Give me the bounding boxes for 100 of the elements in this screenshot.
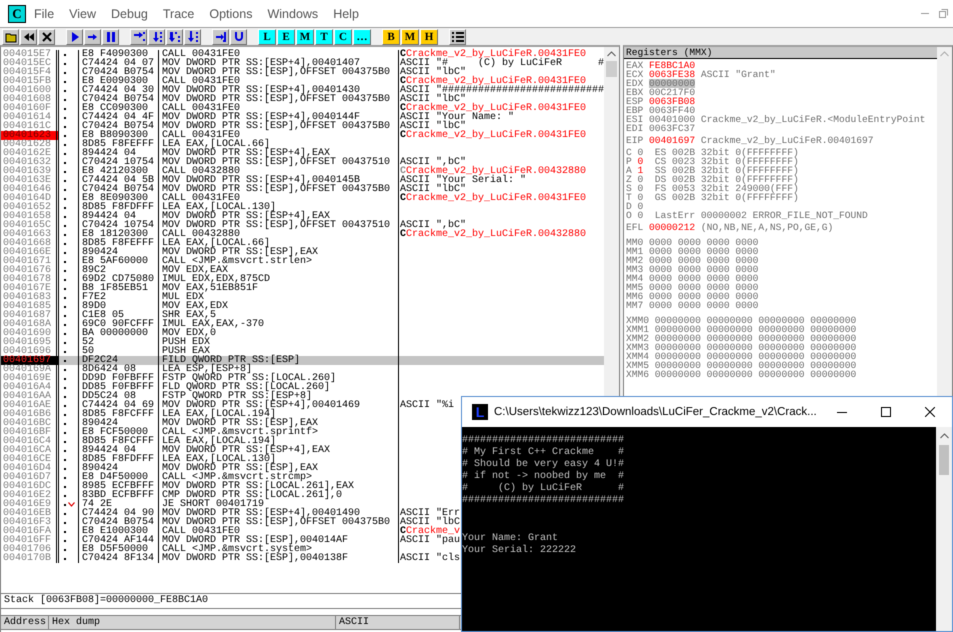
address-cell[interactable]: 0040170B: [1, 554, 59, 563]
address-cell[interactable]: 00401671: [1, 257, 59, 266]
menu-item[interactable]: View: [69, 6, 96, 20]
address-cell[interactable]: 00401676: [1, 266, 59, 275]
address-cell[interactable]: 0040167E: [1, 284, 59, 293]
step-over-button[interactable]: [148, 28, 165, 44]
address-cell[interactable]: 004015E7: [1, 50, 59, 59]
address-cell[interactable]: 00401685: [1, 302, 59, 311]
window-shortcut-button[interactable]: M: [296, 28, 314, 44]
register-value[interactable]: 0000 0000 0000 0000: [649, 247, 758, 256]
address-cell[interactable]: 004016AE: [1, 401, 59, 410]
register-value[interactable]: 0: [638, 157, 644, 166]
column-header[interactable]: Hex dump: [49, 616, 336, 629]
register-value[interactable]: 0: [638, 175, 644, 184]
scrollbar-thumb[interactable]: [606, 61, 617, 77]
address-cell[interactable]: 004016BF: [1, 428, 59, 437]
address-cell[interactable]: 00401687: [1, 311, 59, 320]
window-shortcut-button[interactable]: T: [315, 28, 333, 44]
address-cell[interactable]: 004016BC: [1, 419, 59, 428]
trace-over-button[interactable]: [184, 28, 201, 44]
register-value[interactable]: 00000000: [649, 79, 696, 88]
menu-item[interactable]: File: [34, 6, 54, 20]
address-cell[interactable]: 004016CA: [1, 446, 59, 455]
address-cell[interactable]: 004016AA: [1, 392, 59, 401]
register-value[interactable]: 00000000 00000000 00000000 00000000: [654, 325, 856, 334]
address-cell[interactable]: 00401695: [1, 338, 59, 347]
menu-item[interactable]: Debug: [111, 6, 148, 20]
step-button[interactable]: [84, 28, 101, 44]
column-header[interactable]: ASCII: [336, 616, 460, 629]
address-cell[interactable]: 0040163E: [1, 176, 59, 185]
address-cell[interactable]: 00401678: [1, 275, 59, 284]
register-value[interactable]: 00000000 00000000 00000000 00000000: [654, 343, 856, 352]
address-cell[interactable]: 004016E2: [1, 491, 59, 500]
register-value[interactable]: 0063FB08: [649, 97, 696, 106]
address-cell[interactable]: 00401652: [1, 203, 59, 212]
register-value[interactable]: 0: [638, 202, 644, 211]
trace-into-button[interactable]: [166, 28, 183, 44]
restart-button[interactable]: [20, 28, 37, 44]
address-cell[interactable]: 004016CE: [1, 455, 59, 464]
close-button[interactable]: [38, 28, 55, 44]
menu-item[interactable]: Help: [333, 6, 359, 20]
address-cell[interactable]: 004016D4: [1, 464, 59, 473]
address-cell[interactable]: 0040164D: [1, 194, 59, 203]
address-cell[interactable]: 004016FF: [1, 536, 59, 545]
address-cell[interactable]: 0040160F: [1, 104, 59, 113]
vertical-scrollbar[interactable]: [937, 47, 952, 396]
register-value[interactable]: 0000 0000 0000 0000: [649, 274, 758, 283]
register-value[interactable]: 00C217F0: [649, 88, 696, 97]
address-cell[interactable]: 004016C4: [1, 437, 59, 446]
register-value[interactable]: 0: [638, 193, 644, 202]
vertical-scrollbar[interactable]: [604, 47, 619, 396]
register-value[interactable]: 0000 0000 0000 0000: [649, 283, 758, 292]
register-value[interactable]: 0000 0000 0000 0000: [649, 292, 758, 301]
address-cell[interactable]: 00401623: [1, 131, 59, 140]
address-cell[interactable]: 0040168A: [1, 320, 59, 329]
list-button[interactable]: [449, 28, 466, 44]
address-cell[interactable]: 00401646: [1, 185, 59, 194]
menu-item[interactable]: Options: [209, 6, 252, 20]
address-cell[interactable]: 0040166E: [1, 248, 59, 257]
register-value[interactable]: FE8BC1A0: [649, 61, 696, 70]
address-cell[interactable]: 00401608: [1, 95, 59, 104]
address-cell[interactable]: 00401628: [1, 140, 59, 149]
pause-button[interactable]: [102, 28, 119, 44]
address-cell[interactable]: 004015EC: [1, 59, 59, 68]
window-shortcut-button[interactable]: B: [382, 28, 400, 44]
address-cell[interactable]: 00401697: [1, 356, 59, 365]
column-header[interactable]: Address: [1, 616, 49, 629]
register-value[interactable]: 00000000 00000000 00000000 00000000: [654, 334, 856, 343]
address-cell[interactable]: 004015FB: [1, 77, 59, 86]
address-cell[interactable]: 0040162E: [1, 149, 59, 158]
address-cell[interactable]: 00401668: [1, 239, 59, 248]
address-cell[interactable]: 004016FA: [1, 527, 59, 536]
address-cell[interactable]: 00401600: [1, 86, 59, 95]
vertical-scrollbar[interactable]: [936, 427, 952, 631]
register-value[interactable]: 00000000 00000000 00000000 00000000: [654, 352, 856, 361]
open-button[interactable]: [2, 28, 19, 44]
address-cell[interactable]: 00401690: [1, 329, 59, 338]
menu-item[interactable]: Trace: [162, 6, 194, 20]
address-cell[interactable]: 004015F4: [1, 68, 59, 77]
address-cell[interactable]: 0040169A: [1, 365, 59, 374]
register-value[interactable]: 00401000: [649, 115, 696, 124]
address-cell[interactable]: 0040169E: [1, 374, 59, 383]
address-cell[interactable]: 00401683: [1, 293, 59, 302]
register-value[interactable]: 0000 0000 0000 0000: [649, 265, 758, 274]
register-value[interactable]: 0000 0000 0000 0000: [649, 238, 758, 247]
step-into-button[interactable]: [130, 28, 147, 44]
register-value[interactable]: 00000000 00000000 00000000 00000000: [654, 316, 856, 325]
address-cell[interactable]: 004016EB: [1, 509, 59, 518]
address-cell[interactable]: 00401632: [1, 158, 59, 167]
register-value[interactable]: 0: [638, 211, 644, 220]
window-shortcut-button[interactable]: C: [334, 28, 352, 44]
address-cell[interactable]: 004016B6: [1, 410, 59, 419]
register-value[interactable]: 0000 0000 0000 0000: [649, 256, 758, 265]
register-value[interactable]: 0063FC37: [649, 124, 696, 133]
address-cell[interactable]: 004016E9: [1, 500, 59, 509]
address-cell[interactable]: 004016D7: [1, 473, 59, 482]
address-cell[interactable]: 004016DC: [1, 482, 59, 491]
return-button[interactable]: [212, 28, 229, 44]
address-cell[interactable]: 00401614: [1, 113, 59, 122]
address-cell[interactable]: 0040165C: [1, 221, 59, 230]
